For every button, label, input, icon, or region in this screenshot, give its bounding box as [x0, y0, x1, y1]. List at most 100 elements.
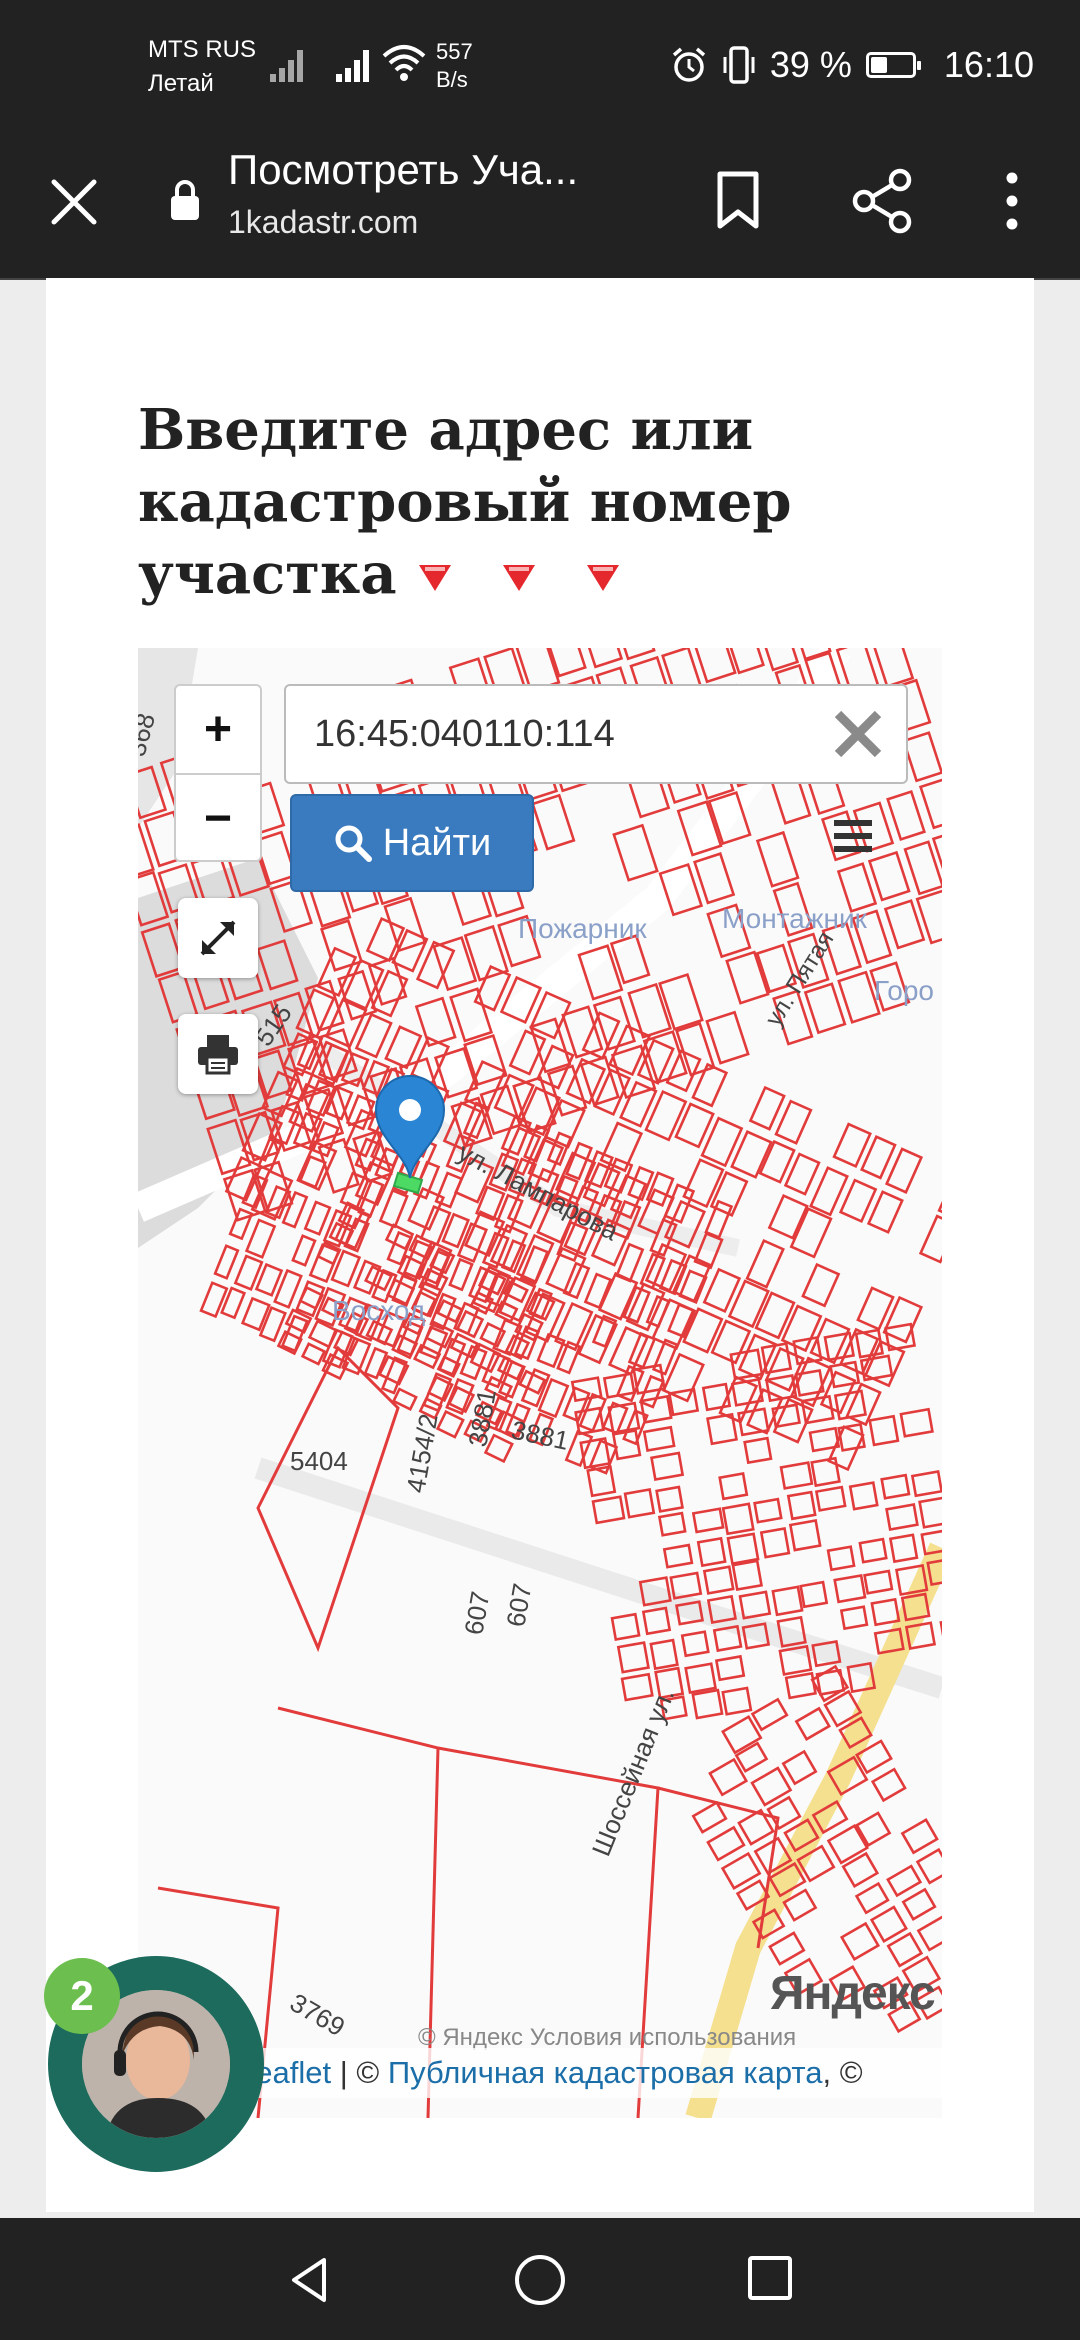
parcel-outline — [803, 982, 847, 1035]
parcel-outline — [767, 1193, 809, 1240]
parcel-outline — [665, 1049, 702, 1093]
zoom-control: + − — [174, 684, 262, 862]
home-icon[interactable] — [510, 2250, 570, 2310]
parcel-outline — [581, 1011, 621, 1060]
parcel-outline — [918, 1214, 942, 1264]
map-attribution: Leaflet | © Публичная кадастровая карта … — [238, 2048, 942, 2098]
parcel-outline — [365, 916, 406, 963]
parcel-outline — [870, 648, 915, 688]
parcel-outline — [854, 1881, 890, 1915]
parcel-outline — [784, 1671, 817, 1700]
parcel-outline — [650, 1451, 685, 1482]
parcel-outline — [870, 1767, 907, 1803]
parcel-outline — [580, 648, 624, 669]
parcel-outline — [518, 1369, 547, 1395]
parcel-outline — [378, 1188, 409, 1229]
parcel-outline — [370, 969, 409, 1018]
parcel-outline — [870, 1597, 901, 1627]
parcel-outline — [678, 1269, 708, 1304]
lock-icon — [171, 180, 199, 220]
print-button[interactable] — [178, 1014, 258, 1094]
parcel-number: 4154/2 — [400, 1412, 443, 1496]
more-icon[interactable] — [992, 166, 1032, 236]
parcel-outline — [691, 1688, 724, 1720]
cadastral-map[interactable]: Пожарник Монтажник Восход Горо ул. Лампа… — [138, 648, 942, 2118]
parcel-outline — [786, 1490, 817, 1521]
parcel-outline — [258, 1306, 287, 1343]
district-label: Горо — [874, 975, 934, 1006]
close-icon[interactable] — [44, 172, 104, 232]
parcel-outline — [692, 852, 736, 905]
map-canvas[interactable]: Пожарник Монтажник Восход Горо ул. Лампа… — [138, 648, 942, 2118]
parcel-outline — [498, 1360, 526, 1399]
parcel-outline — [564, 1429, 594, 1468]
parcel-outline — [869, 1905, 908, 1943]
parcel-outline — [826, 1545, 856, 1572]
red-triangle-icon — [586, 565, 619, 592]
clear-icon[interactable] — [830, 706, 886, 762]
operator-subname: Летай — [148, 70, 214, 97]
parcel-outline — [768, 1931, 806, 1966]
parcel-outline — [577, 1313, 619, 1365]
parcel-outline — [383, 896, 427, 953]
parcel-outline — [645, 1294, 671, 1328]
parcel-outline — [833, 1389, 868, 1421]
parcel-outline — [213, 1244, 240, 1280]
parcel-outline — [883, 899, 926, 950]
parcel-outline — [726, 1532, 760, 1566]
parcel-outline — [754, 1291, 796, 1340]
back-icon[interactable] — [282, 2252, 338, 2308]
parcel-outline — [448, 1257, 474, 1292]
clock: 16:10 — [943, 44, 1034, 85]
operator-name: MTS RUS — [148, 36, 256, 63]
parcel-outline — [662, 1543, 694, 1569]
search-icon — [335, 825, 372, 862]
expand-icon — [200, 920, 236, 956]
parcel-outline — [899, 1407, 934, 1438]
parcel-outline — [341, 958, 385, 1011]
parcel-number: 3881 — [509, 1415, 572, 1456]
page-heading: Введите адрес или кадастровый номер учас… — [138, 397, 792, 607]
parcel-outline — [858, 1537, 888, 1564]
find-button[interactable]: Найти — [290, 794, 534, 892]
recents-icon[interactable] — [744, 2252, 796, 2304]
share-icon[interactable] — [850, 166, 916, 236]
parcel-outline — [316, 946, 358, 998]
zoom-out-button[interactable]: − — [176, 773, 260, 862]
parcel-outline — [838, 1178, 878, 1224]
print-icon — [198, 1035, 238, 1075]
pkk-link[interactable]: Публичная кадастровая карта — [388, 2055, 823, 2091]
parcel-outline — [696, 1536, 727, 1568]
parcel-outline — [591, 1495, 626, 1525]
parcel-outline — [414, 996, 457, 1048]
parcel-outline — [657, 1511, 687, 1537]
parcel-outline — [412, 1343, 442, 1370]
parcel-number: 5404 — [290, 1446, 348, 1476]
parcel-outline — [138, 823, 155, 880]
zoom-in-button[interactable]: + — [176, 686, 260, 773]
parcel-outline — [916, 1914, 942, 1952]
parcel-outline — [885, 1503, 919, 1531]
layers-menu-icon[interactable] — [832, 816, 874, 856]
parcel-outline — [655, 1485, 684, 1513]
parcel-outline — [801, 1262, 841, 1308]
parcel-outline — [866, 1190, 904, 1234]
parcel-outline — [810, 1456, 841, 1488]
fullscreen-button[interactable] — [178, 898, 258, 978]
signal-icon — [336, 48, 376, 82]
parcel-outline — [583, 1272, 613, 1310]
parcel-outline — [788, 1519, 822, 1552]
parcel-outline — [658, 972, 704, 1031]
district-label: Восход — [332, 1295, 425, 1326]
page-title[interactable]: Посмотреть Уча... — [228, 146, 578, 194]
cadastral-search-input[interactable]: 16:45:040110:114 — [284, 684, 908, 784]
bookmark-icon[interactable] — [710, 166, 766, 236]
parcel-outline — [886, 789, 926, 842]
page-url[interactable]: 1kadastr.com — [228, 204, 418, 241]
parcel-outline — [291, 1234, 317, 1267]
parcel-outline — [808, 1426, 841, 1453]
parcel-outline — [734, 1741, 769, 1773]
parcel-outline — [918, 1495, 942, 1529]
parcel-outline — [759, 1526, 791, 1559]
parcel-outline — [705, 1010, 750, 1065]
